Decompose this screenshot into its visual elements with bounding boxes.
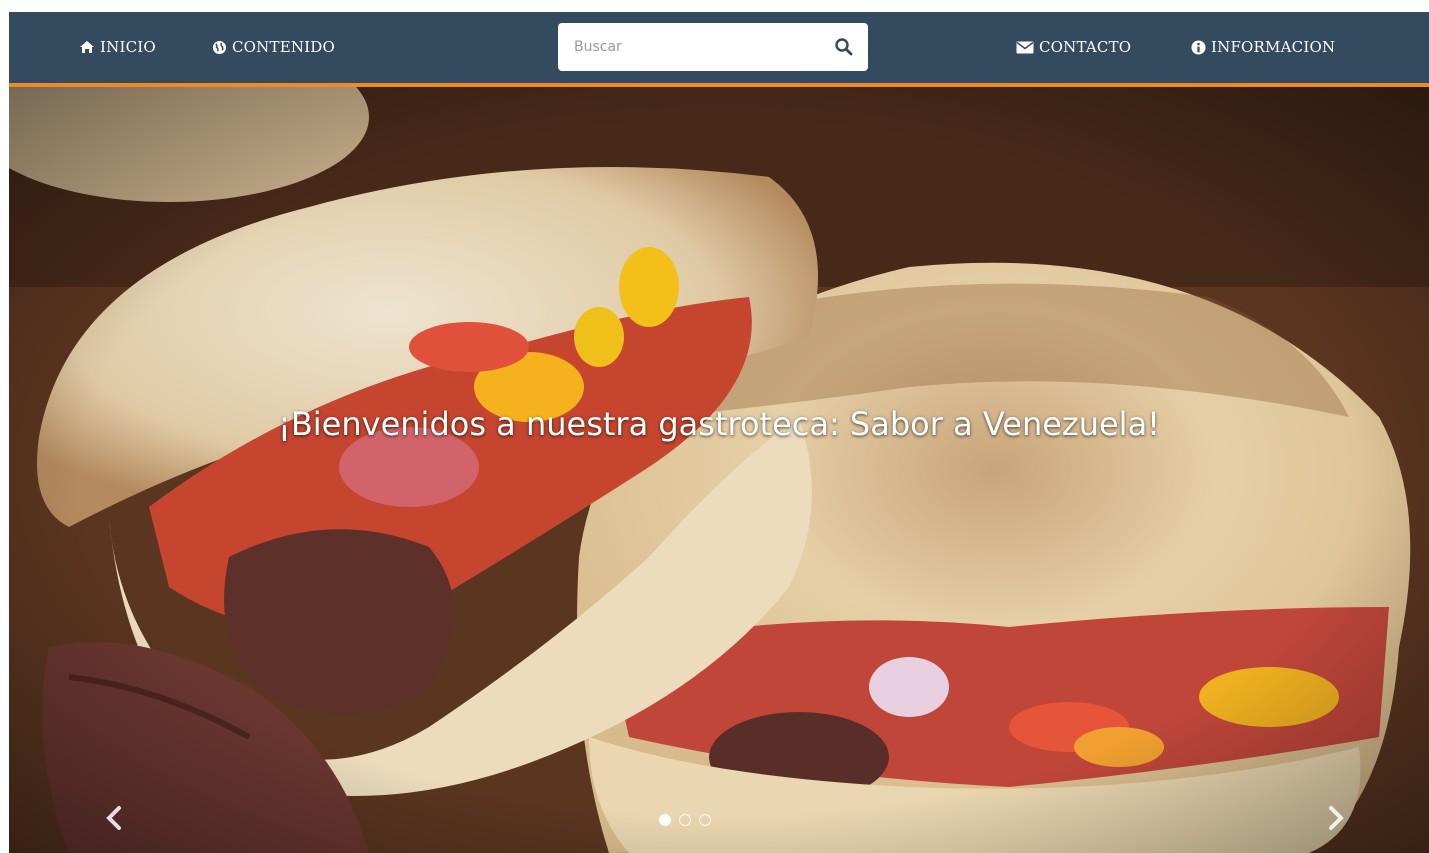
envelope-icon (1016, 41, 1034, 54)
nav-link-label: CONTENIDO (232, 38, 336, 56)
carousel-caption: ¡Bienvenidos a nuestra gastroteca: Sabor… (278, 405, 1160, 443)
nav-link-inicio[interactable]: INICIO (79, 36, 156, 58)
globe-icon (212, 40, 227, 55)
carousel-image (9, 87, 1429, 853)
carousel-indicator[interactable] (659, 814, 671, 826)
nav-link-label: CONTACTO (1039, 38, 1132, 56)
home-icon (79, 40, 95, 54)
search-icon[interactable] (834, 37, 854, 57)
nav-link-label: INFORMACION (1211, 38, 1336, 56)
search-input[interactable] (574, 32, 824, 62)
nav-link-label: INICIO (100, 38, 156, 56)
chevron-left-icon[interactable] (101, 802, 129, 834)
carousel-indicator[interactable] (679, 814, 691, 826)
search-box (558, 23, 868, 71)
hero-carousel: ¡Bienvenidos a nuestra gastroteca: Sabor… (9, 87, 1429, 853)
carousel-indicator[interactable] (699, 814, 711, 826)
nav-link-informacion[interactable]: INFORMACION (1191, 36, 1335, 58)
chevron-right-icon[interactable] (1321, 802, 1349, 834)
nav-link-contacto[interactable]: CONTACTO (1016, 36, 1131, 58)
carousel-indicators (659, 814, 711, 826)
info-circle-icon (1191, 39, 1206, 55)
nav-link-contenido[interactable]: CONTENIDO (212, 36, 335, 58)
page-frame: INICIO CONTENIDO Buscar CONTACTO INFORMA… (9, 12, 1429, 853)
navbar: INICIO CONTENIDO Buscar CONTACTO INFORMA… (9, 12, 1429, 87)
